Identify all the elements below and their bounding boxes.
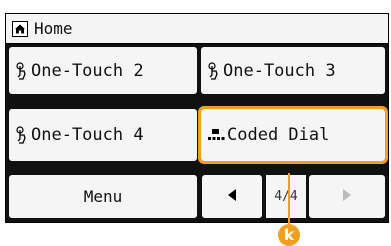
callout-line [288,173,290,228]
menu-button[interactable]: Menu [9,175,197,218]
footer-bar: Menu 4/4 [6,171,388,222]
next-page-button[interactable] [309,175,385,218]
button-label: Coded Dial [227,125,330,145]
triangle-left-icon [227,187,237,206]
triangle-right-icon [342,187,352,206]
coded-dial-button[interactable]: Coded Dial [198,106,388,164]
one-touch-2-button[interactable]: One-Touch 2 [9,47,197,94]
one-touch-4-button[interactable]: One-Touch 4 [9,109,197,161]
one-touch-icon [15,61,29,80]
touch-panel: Home One-Touch 2 One-Touch 3 One-Touch 4 [5,13,389,223]
page-indicator: 4/4 [266,175,306,218]
prev-page-button[interactable] [202,175,262,218]
one-touch-icon [207,61,221,80]
coded-dial-icon [207,128,225,142]
button-label: One-Touch 2 [31,60,144,81]
one-touch-3-button[interactable]: One-Touch 3 [201,47,385,94]
callout-badge: k [278,224,300,246]
button-label: One-Touch 4 [31,125,144,145]
menu-label: Menu [83,187,123,206]
one-touch-icon [15,126,29,144]
header-title: Home [34,19,73,38]
button-label: One-Touch 3 [223,60,336,81]
home-icon [12,20,28,37]
home-header[interactable]: Home [6,14,388,44]
